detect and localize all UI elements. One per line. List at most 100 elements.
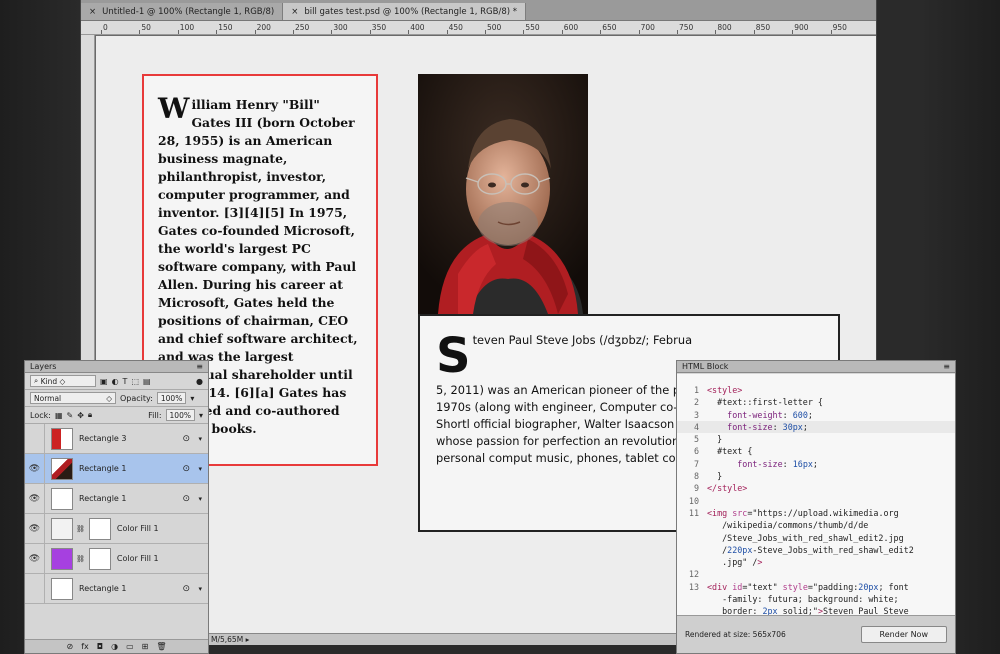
ruler-tick-mark bbox=[677, 30, 678, 34]
code-line[interactable]: border: 2px solid;">Steven Paul Steve bbox=[677, 605, 955, 615]
code-text: <img src="https://upload.wikimedia.org bbox=[707, 507, 899, 518]
status-arrow-icon[interactable]: ▸ bbox=[246, 635, 250, 644]
link-icon[interactable]: ⊘ bbox=[67, 642, 74, 651]
blend-mode-select[interactable]: Normal ◇ bbox=[30, 392, 116, 404]
steve-jobs-photo[interactable] bbox=[418, 74, 588, 314]
adjustment-icon[interactable]: ◑ bbox=[111, 642, 118, 651]
line-number: 5 bbox=[693, 434, 699, 445]
line-number bbox=[677, 593, 707, 605]
layer-row[interactable]: Rectangle 3 ⊙ ▾ bbox=[25, 424, 208, 454]
layers-tab[interactable]: Layers bbox=[30, 362, 56, 371]
lock-paint-icon[interactable]: ✎ bbox=[67, 411, 74, 420]
code-editor[interactable]: 1 <style> 2 #text::first-letter {3 font-we… bbox=[677, 374, 955, 615]
image-filter-icon[interactable]: ▣ bbox=[100, 377, 108, 386]
code-line[interactable]: -family: futura; background: white; bbox=[677, 593, 955, 605]
visibility-eye-icon[interactable]: 👁︎ bbox=[25, 544, 45, 573]
fx-icon[interactable]: fx bbox=[81, 642, 89, 651]
line-number bbox=[677, 544, 707, 556]
code-line[interactable]: 3 font-weight: 600; bbox=[677, 409, 955, 421]
lock-move-icon[interactable]: ✥ bbox=[77, 411, 84, 420]
code-line[interactable]: 2 #text::first-letter { bbox=[677, 396, 955, 408]
layer-row[interactable]: 👁︎ ⛓︎ Color Fill 1 bbox=[25, 544, 208, 574]
filter-toggle-icon[interactable]: ● bbox=[196, 377, 203, 386]
layer-row[interactable]: 👁︎ Rectangle 1 ⊙ ▾ bbox=[25, 484, 208, 514]
shape-filter-icon[interactable]: ⬚ bbox=[131, 377, 139, 386]
ruler-tick-mark bbox=[600, 30, 602, 34]
kind-value: Kind bbox=[40, 376, 58, 386]
code-text: font-size: 30px; bbox=[727, 421, 808, 432]
layer-name: Color Fill 1 bbox=[116, 554, 159, 563]
code-line[interactable]: 13 <div id="text" style="padding:20px; fo… bbox=[677, 581, 955, 593]
layers-panel: Layers ≡ ⌕ Kind ◇ ▣ ◐ T ⬚ ▤ ● Normal ◇ Opa… bbox=[24, 360, 209, 654]
line-number: 8 bbox=[693, 471, 699, 482]
folder-icon[interactable]: ▭ bbox=[126, 642, 134, 651]
adjustment-filter-icon[interactable]: ◐ bbox=[112, 377, 119, 386]
trash-icon[interactable]: 🗑︎ bbox=[156, 642, 166, 651]
line-number: 9 bbox=[693, 483, 699, 494]
effects-expand-icon[interactable]: ▾ bbox=[198, 435, 202, 443]
code-line[interactable]: 12 bbox=[677, 568, 955, 580]
code-line[interactable]: 11 <img src="https://upload.wikimedia.org bbox=[677, 507, 955, 519]
ruler-tick-label: 200 bbox=[256, 23, 271, 32]
code-line[interactable]: 10 bbox=[677, 495, 955, 507]
html-block-panel: HTML Block ≡ 1 <style> 2 #text::first-lette… bbox=[676, 360, 956, 654]
fill-dropdown-icon[interactable]: ▾ bbox=[199, 411, 203, 420]
tab-bill-gates-test[interactable]: × bill gates test.psd @ 100% (Rectangle 1… bbox=[283, 3, 527, 20]
mask-link-icon[interactable]: ⛓︎ bbox=[76, 525, 85, 533]
tab-untitled[interactable]: × Untitled-1 @ 100% (Rectangle 1, RGB/8) bbox=[81, 3, 284, 20]
code-line[interactable]: 8 } bbox=[677, 470, 955, 482]
visibility-eye-icon[interactable]: 👁︎ bbox=[25, 514, 45, 543]
visibility-eye-icon[interactable]: 👁︎ bbox=[25, 454, 45, 483]
code-line[interactable]: 1 <style> bbox=[677, 384, 955, 396]
effects-expand-icon[interactable]: ▾ bbox=[198, 495, 202, 503]
html-block-header[interactable]: HTML Block ≡ bbox=[677, 361, 955, 373]
lock-row: Lock: ▦ ✎ ✥ 🔒︎ Fill: 100% ▾ bbox=[25, 407, 208, 424]
code-line[interactable]: 5 } bbox=[677, 433, 955, 445]
layer-thumbnail bbox=[51, 487, 73, 510]
panel-menu-icon[interactable]: ≡ bbox=[196, 362, 203, 371]
lock-label: Lock: bbox=[30, 410, 51, 420]
layer-mask-thumbnail[interactable] bbox=[88, 547, 111, 570]
html-block-tab[interactable]: HTML Block bbox=[682, 362, 728, 371]
mask-link-icon[interactable]: ⛓︎ bbox=[76, 555, 85, 563]
visibility-eye-icon[interactable] bbox=[25, 574, 45, 603]
mask-icon[interactable]: ◘ bbox=[97, 642, 103, 651]
layer-filter-bar: ⌕ Kind ◇ ▣ ◐ T ⬚ ▤ ● bbox=[25, 373, 208, 390]
ruler-tick-label: 450 bbox=[448, 23, 463, 32]
close-icon[interactable]: × bbox=[291, 7, 298, 17]
fill-value: 100% bbox=[169, 410, 191, 420]
code-line[interactable]: /220px-Steve_Jobs_with_red_shawl_edit2 bbox=[677, 544, 955, 556]
layers-panel-header[interactable]: Layers ≡ bbox=[25, 361, 208, 373]
fill-field[interactable]: 100% bbox=[165, 409, 195, 421]
visibility-eye-icon[interactable]: 👁︎ bbox=[25, 484, 45, 513]
new-layer-icon[interactable]: ⊞ bbox=[142, 642, 149, 651]
type-filter-icon[interactable]: T bbox=[123, 377, 128, 386]
effects-expand-icon[interactable]: ▾ bbox=[198, 465, 202, 473]
opacity-dropdown-icon[interactable]: ▾ bbox=[190, 394, 194, 403]
render-now-button[interactable]: Render Now bbox=[860, 626, 947, 643]
visibility-eye-icon[interactable] bbox=[25, 424, 45, 453]
effects-expand-icon[interactable]: ▾ bbox=[198, 585, 202, 593]
ruler-tick-mark bbox=[101, 30, 102, 34]
layer-row[interactable]: Rectangle 1 ⊙ ▾ bbox=[25, 574, 208, 604]
layer-thumbnail bbox=[51, 427, 73, 450]
layer-mask-thumbnail[interactable] bbox=[88, 517, 111, 540]
smart-object-filter-icon[interactable]: ▤ bbox=[143, 377, 151, 386]
close-icon[interactable]: × bbox=[89, 7, 96, 17]
code-line[interactable]: 6 #text { bbox=[677, 445, 955, 457]
lock-all-icon[interactable]: 🔒︎ bbox=[88, 410, 92, 420]
code-line[interactable]: /Steve_Jobs_with_red_shawl_edit2.jpg bbox=[677, 532, 955, 544]
layer-row[interactable]: 👁︎ ⛓︎ Color Fill 1 bbox=[25, 514, 208, 544]
lock-transparent-icon[interactable]: ▦ bbox=[55, 411, 63, 420]
jobs-first-line: teven Paul Steve Jobs (/dʒɒbz/; Februa bbox=[472, 333, 693, 347]
code-line[interactable]: 4 font-size: 30px; bbox=[677, 420, 955, 434]
opacity-field[interactable]: 100% bbox=[156, 392, 187, 404]
panel-menu-icon[interactable]: ≡ bbox=[943, 362, 950, 371]
code-line[interactable]: 9 </style> bbox=[677, 482, 955, 494]
kind-select[interactable]: ⌕ Kind ◇ bbox=[30, 375, 96, 387]
ruler-tick-mark bbox=[216, 30, 218, 34]
layer-row[interactable]: 👁︎ Rectangle 1 ⊙ ▾ bbox=[25, 454, 208, 484]
code-line[interactable]: 7 font-size: 16px; bbox=[677, 458, 955, 470]
code-line[interactable]: /wikipedia/commons/thumb/d/de bbox=[677, 519, 955, 531]
code-line[interactable]: .jpg" /> bbox=[677, 556, 955, 568]
